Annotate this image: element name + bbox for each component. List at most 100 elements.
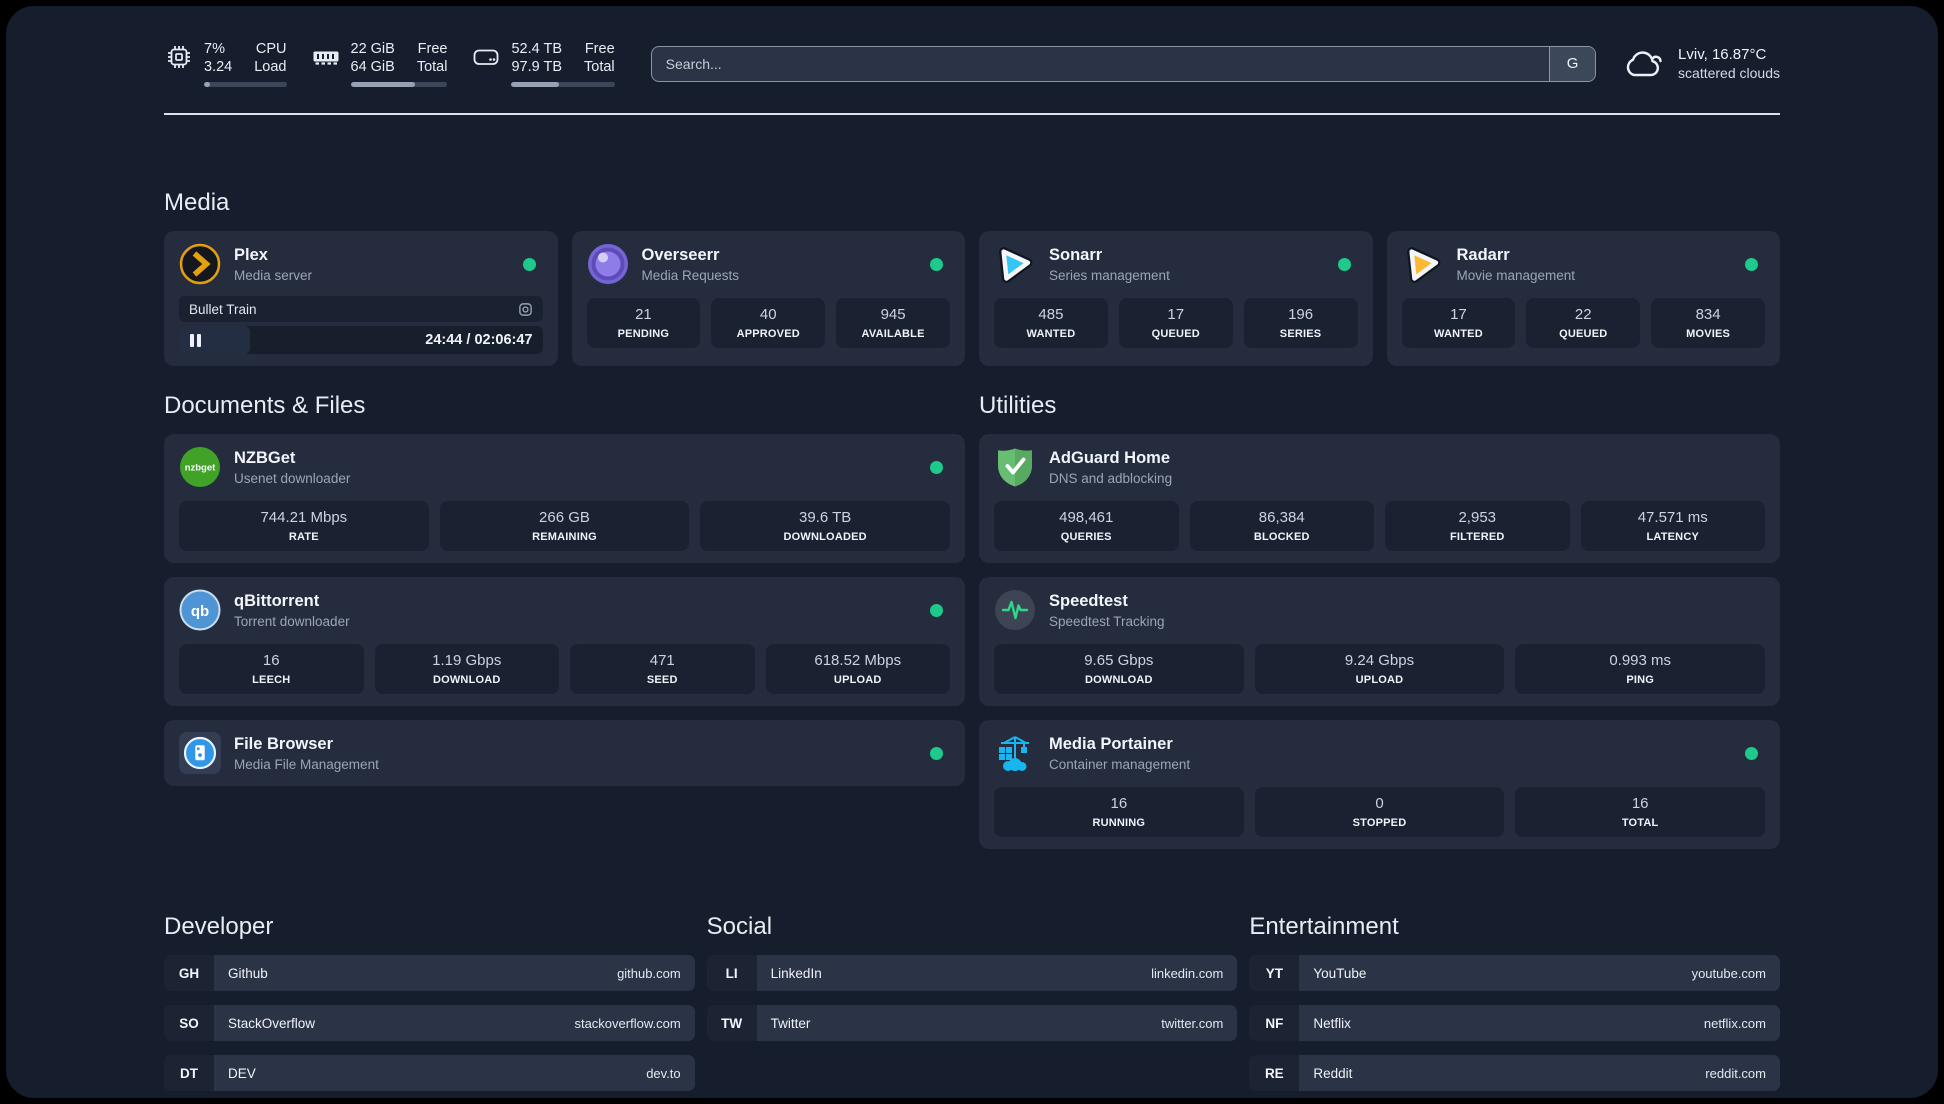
disk-free-label: Free [584,41,615,57]
stat-label: BLOCKED [1253,531,1310,543]
stat-value: 498,461 [1059,509,1114,526]
stat-label: PENDING [617,328,670,340]
stat-value: 1.19 Gbps [432,652,502,669]
app-card-sonarr[interactable]: Sonarr Series management 485 WANTED 17 Q… [979,231,1373,366]
plex-icon [179,243,221,285]
stat-tile: 834 MOVIES [1651,298,1765,348]
link-url: github.com [617,965,681,981]
app-card-plex[interactable]: Plex Media server Bullet Train 24:44 / 0… [164,231,558,366]
link-name: YouTube [1313,965,1367,981]
stat-label: SEED [646,674,678,686]
cpu-load-value: 3.24 [204,59,233,75]
app-subtitle: Torrent downloader [234,613,350,629]
stat-label: AVAILABLE [861,328,925,340]
stat-tile: 39.6 TB DOWNLOADED [700,501,950,551]
weather-widget: Lviv, 16.87°C scattered clouds [1622,46,1780,81]
disk-icon [474,49,499,65]
link-name: StackOverflow [228,1015,316,1031]
app-title: NZBGet [234,448,296,467]
link-name: DEV [228,1065,256,1081]
svg-text:nzbget: nzbget [185,463,216,474]
section-utilities: Utilities AdGuard Home DNS and adblockin… [979,392,1780,849]
cpu-usage-label: CPU [255,41,287,57]
stat-label: UPLOAD [1355,674,1404,686]
link-name: Reddit [1313,1065,1353,1081]
app-card-nzbget[interactable]: nzbget NZBGet Usenet downloader 744.21 M… [164,434,965,563]
stat-tile: 266 GB REMAINING [439,501,690,551]
link-dev-to[interactable]: DT DEV dev.to [164,1055,695,1091]
stat-value: 9.65 Gbps [1084,652,1154,669]
stat-tile: 485 WANTED [994,298,1108,348]
stat-tile: 471 SEED [570,644,755,694]
stat-label: PING [1626,674,1655,686]
disk-stat-widget: 52.4 TB 97.9 TB Free Total [471,40,615,87]
app-subtitle: Media server [234,267,313,283]
link-abbr: SO [164,1005,214,1041]
section-heading-utilities: Utilities [979,392,1057,419]
stat-value: 266 GB [539,509,590,526]
stat-value: 834 [1695,306,1721,323]
app-card-speedtest[interactable]: Speedtest Speedtest Tracking 9.65 Gbps D… [979,577,1780,706]
app-subtitle: Media File Management [234,756,379,772]
app-subtitle: Media Requests [641,267,740,283]
stat-label: QUERIES [1060,531,1112,543]
link-abbr: LI [706,955,757,991]
link-name: Github [228,965,268,981]
disk-total-label: Total [584,59,615,75]
app-card-overseerr[interactable]: Overseerr Media Requests 21 PENDING 40 A… [571,231,965,366]
app-card-filebrowser[interactable]: File Browser Media File Management [164,720,965,786]
app-title: Radarr [1456,245,1510,264]
stat-tile: 0 STOPPED [1254,787,1505,837]
status-dot [1745,258,1758,271]
app-title: Overseerr [641,245,720,264]
link-url: youtube.com [1691,965,1766,981]
memory-stat-widget: 22 GiB 64 GiB Free Total [311,40,448,87]
stat-value: 2,953 [1458,509,1497,526]
status-dot [930,461,943,474]
search-engine-button[interactable]: G [1549,46,1596,81]
pause-icon[interactable] [190,333,201,347]
app-card-adguard[interactable]: AdGuard Home DNS and adblocking 498,461 … [979,434,1780,563]
disk-progress-bar [511,82,615,87]
link-twitter[interactable]: TW Twitter twitter.com [706,1005,1238,1041]
app-title: Media Portainer [1049,734,1173,753]
stat-tile: 196 SERIES [1243,298,1358,348]
status-dot [1745,747,1758,760]
stat-tile: 9.24 Gbps UPLOAD [1254,644,1505,694]
portainer-icon [999,736,1029,771]
link-stackoverflow[interactable]: SO StackOverflow stackoverflow.com [164,1005,695,1041]
app-title: qBittorrent [234,591,320,610]
stat-tile: 618.52 Mbps UPLOAD [765,644,950,694]
player-time: 24:44 / 02:06:47 [425,332,533,348]
link-linkedin[interactable]: LI LinkedIn linkedin.com [706,955,1238,991]
link-reddit[interactable]: RE Reddit reddit.com [1249,1055,1780,1091]
stat-value: 17 [1450,306,1467,323]
link-name: LinkedIn [770,965,822,981]
stat-tile: 16 LEECH [179,644,364,694]
stat-tile: 0.993 ms PING [1515,644,1765,694]
app-card-qbittorrent[interactable]: qb qBittorrent Torrent downloader 16 LEE… [164,577,965,706]
search-input[interactable] [651,46,1550,81]
app-card-radarr[interactable]: Radarr Movie management 17 WANTED 22 QUE… [1386,231,1780,366]
stat-tile: 498,461 QUERIES [994,501,1179,551]
link-netflix[interactable]: NF Netflix netflix.com [1249,1005,1780,1041]
player-progress-bar[interactable]: 24:44 / 02:06:47 [179,326,543,354]
link-url: linkedin.com [1151,965,1224,981]
status-dot [1337,258,1351,271]
link-abbr: TW [706,1005,757,1041]
stat-tile: 945 AVAILABLE [836,298,950,348]
screenshot-frame: 7% 3.24 CPU Load 22 GiB 64 GiB Free Tota… [0,0,1944,1104]
link-abbr: GH [164,955,214,991]
plex-now-playing: Bullet Train 24:44 / 02:06:47 [179,296,543,354]
stat-tile: 2,953 FILTERED [1385,501,1570,551]
link-youtube[interactable]: YT YouTube youtube.com [1249,955,1780,991]
cpu-load-label: Load [254,59,287,75]
link-github[interactable]: GH Github github.com [164,955,695,991]
stat-label: STOPPED [1352,817,1407,829]
filebrowser-icon [179,732,221,774]
app-subtitle: Speedtest Tracking [1049,613,1165,629]
stat-tile: 1.19 Gbps DOWNLOAD [374,644,559,694]
app-subtitle: DNS and adblocking [1049,470,1173,486]
stat-value: 47.571 ms [1637,509,1708,526]
app-card-portainer[interactable]: Media Portainer Container management 16 … [979,720,1780,849]
